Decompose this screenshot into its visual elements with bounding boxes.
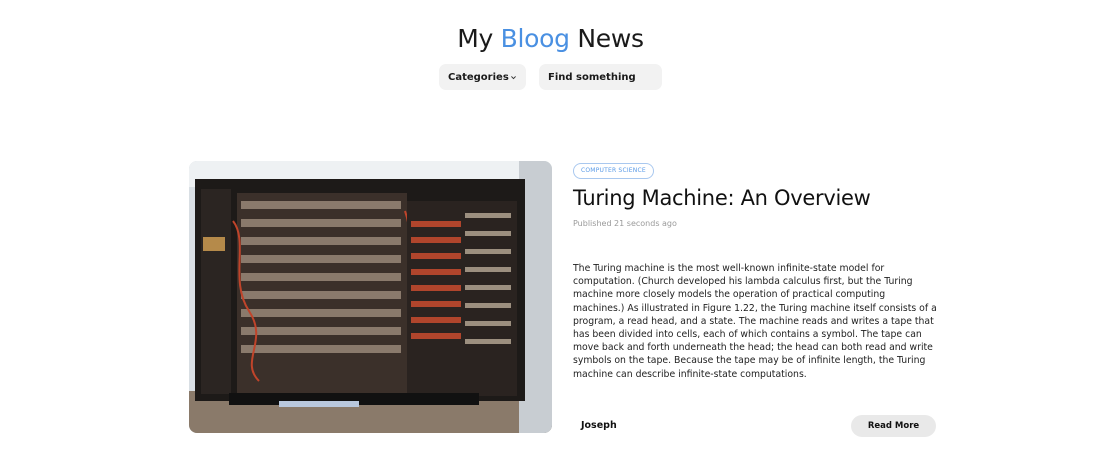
computing-machine-photo-icon: [189, 161, 552, 433]
title-accent: Bloog: [500, 24, 570, 53]
category-tag[interactable]: COMPUTER SCIENCE: [573, 163, 654, 179]
chevron-down-icon: [511, 75, 516, 79]
categories-label: Categories: [448, 71, 509, 83]
categories-dropdown[interactable]: Categories: [439, 64, 526, 90]
controls-bar: Categories: [0, 64, 1101, 90]
post-image[interactable]: [189, 161, 552, 433]
author-name: Joseph: [581, 420, 617, 431]
search-input[interactable]: [539, 64, 662, 90]
published-time: Published 21 seconds ago: [573, 219, 677, 228]
title-prefix: My: [457, 24, 494, 53]
site-title: My Bloog News: [0, 24, 1101, 53]
title-suffix: News: [577, 24, 644, 53]
post-title[interactable]: Turing Machine: An Overview: [573, 186, 871, 210]
read-more-button[interactable]: Read More: [851, 415, 936, 437]
post-excerpt: The Turing machine is the most well-know…: [573, 263, 937, 380]
